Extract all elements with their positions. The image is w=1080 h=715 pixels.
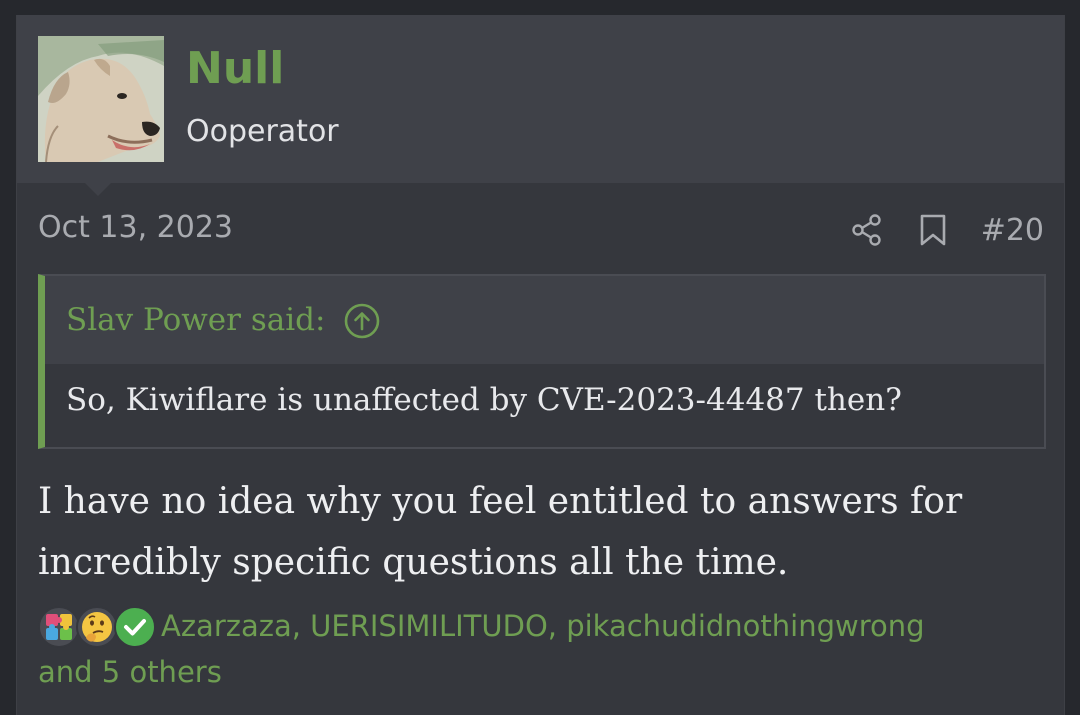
puzzle-icon xyxy=(38,606,80,648)
username[interactable]: Null xyxy=(186,47,284,91)
reaction-users[interactable]: Azarzaza, UERISIMILITUDO, pikachudidnoth… xyxy=(161,609,925,643)
post-number-link[interactable]: #20 xyxy=(981,213,1044,248)
post-message: I have no idea why you feel entitled to … xyxy=(38,481,963,583)
quote-block: Slav Power said: So, Kiwiflare is unaffe… xyxy=(38,274,1046,449)
user-block-pointer xyxy=(85,183,111,196)
reaction-others[interactable]: and 5 others xyxy=(38,655,222,689)
reactions-bar[interactable]: Azarzaza, UERISIMILITUDO, pikachudidnoth… xyxy=(38,603,1043,695)
thinking-face-icon xyxy=(76,606,118,648)
dog-avatar-image xyxy=(38,36,164,162)
bookmark-icon[interactable] xyxy=(915,212,951,248)
share-icon[interactable] xyxy=(849,212,885,248)
post-actions: #20 xyxy=(849,210,1044,250)
post-date[interactable]: Oct 13, 2023 xyxy=(38,210,233,246)
user-header: Null Ooperator xyxy=(17,15,1064,183)
user-avatar[interactable] xyxy=(38,36,164,162)
quote-author[interactable]: Slav Power said: xyxy=(66,302,381,340)
arrow-up-circle-icon[interactable] xyxy=(343,302,381,340)
user-title: Ooperator xyxy=(186,114,339,149)
quote-author-label[interactable]: Slav Power said: xyxy=(66,302,325,339)
checkmark-icon xyxy=(114,606,156,648)
reaction-icons[interactable] xyxy=(38,603,156,648)
quote-body: So, Kiwiflare is unaffected by CVE-2023-… xyxy=(66,382,902,418)
post-container: Null Ooperator Oct 13, 2023 #20 Slav Pow… xyxy=(16,15,1065,715)
